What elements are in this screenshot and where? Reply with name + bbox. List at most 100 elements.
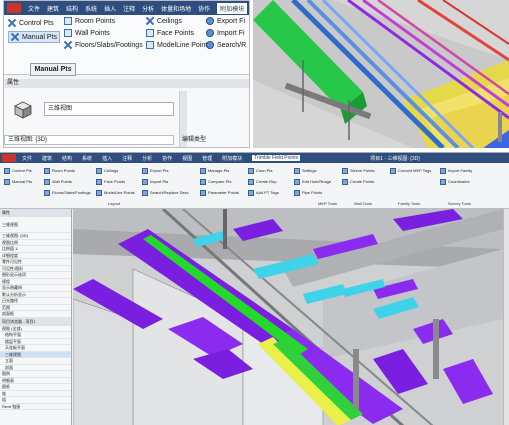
compare-pts-button[interactable]: Compare Pts [200, 177, 239, 186]
sleeve-points-button[interactable]: Sleeve Points [342, 166, 374, 175]
tab-addins[interactable]: 附加模块 [222, 155, 242, 162]
floors-label: Floors/Slabs/Footings [75, 41, 143, 49]
tab-systems[interactable]: 系统 [85, 4, 97, 13]
tab-annotate[interactable]: 注释 [122, 155, 132, 162]
survey-tools-label: Survey Tools [448, 201, 471, 206]
project-browser-title: 项目浏览器 - 项目1 [0, 317, 71, 326]
face-points-label: Face Points [104, 179, 126, 184]
convert-mep-tags-button[interactable]: Convert MEP Tags [390, 166, 431, 175]
modelline-points-icon [96, 189, 102, 196]
search-replace-button[interactable]: Search/Replace Desc [142, 188, 189, 197]
ribbon-group-5: Manage Pts Compare Pts Parameter Points [200, 166, 239, 197]
modelline-points-label: ModelLine Points [157, 41, 211, 49]
room-points-icon [64, 17, 72, 25]
viewport-scrollbar[interactable] [503, 209, 509, 425]
window-title: 项目1 - 三维视图: {3D} [370, 155, 420, 162]
parameter-points-icon [200, 189, 206, 196]
floors-icon [64, 41, 72, 49]
wall-points-label: Wall Points [52, 179, 72, 184]
parameter-points-label: Parameter Points [208, 190, 239, 195]
face-points-button[interactable]: Face Points [96, 177, 135, 186]
import-button[interactable]: Import Fi [206, 29, 245, 37]
conn-pts-button[interactable]: Conn Pts [248, 166, 279, 175]
control-pts-button[interactable]: Control Pts [4, 166, 32, 175]
wall-points-label: Wall Points [75, 29, 110, 37]
import-family-button[interactable]: Import Family [440, 166, 472, 175]
import-button[interactable]: Import Pts [142, 177, 189, 186]
face-points-icon [146, 29, 154, 37]
tab-architecture[interactable]: 建筑 [42, 155, 52, 162]
3d-view-icon [14, 101, 32, 119]
modelline-points-button[interactable]: ModelLine Points [96, 188, 135, 197]
tab-architecture[interactable]: 建筑 [47, 4, 59, 13]
create-rep-button[interactable]: Create Rep. [248, 177, 279, 186]
manual-pts-label: Manual Pts [22, 33, 58, 41]
control-pts-label: Control Pts [19, 19, 54, 27]
ceilings-label: Ceilings [104, 168, 119, 173]
floors-button[interactable]: Floors/Slabs/Footings [64, 41, 143, 49]
control-pts-button[interactable]: Control Pts [8, 19, 54, 27]
instance-selector[interactable]: 三维视图: {3D} [4, 135, 174, 145]
tab-trimble[interactable]: Trimble Field Points [252, 155, 301, 161]
tooltip: Manual Pts [30, 63, 76, 76]
manage-pts-button[interactable]: Manage Pts [200, 166, 239, 175]
room-points-button[interactable]: Room Points [44, 166, 91, 175]
edit-type-button[interactable]: 编辑类型 [182, 135, 232, 145]
modelline-points-icon [146, 41, 154, 49]
parameter-points-button[interactable]: Parameter Points [200, 188, 239, 197]
settings-button[interactable]: Settings [294, 166, 331, 175]
ceilings-button[interactable]: Ceilings [96, 166, 135, 175]
pipe-points-button[interactable]: Pipe Points [294, 188, 331, 197]
tab-annotate[interactable]: 注释 [123, 4, 135, 13]
tree-item[interactable]: Revit 链接 [0, 404, 71, 410]
manual-pts-button[interactable]: Manual Pts [8, 31, 61, 43]
pipe-points-label: Pipe Points [302, 190, 323, 195]
building-model-render [73, 209, 503, 425]
tab-insert[interactable]: 插入 [104, 4, 116, 13]
tab-analyze[interactable]: 分析 [142, 4, 154, 13]
modelline-points-label: ModelLine Points [104, 190, 135, 195]
add-pt-tags-button[interactable]: Add PT Tags [248, 188, 279, 197]
type-selector[interactable]: 三维视图 [0, 217, 71, 233]
search-label: Search/R [217, 41, 247, 49]
import-label: Import Pts [150, 179, 169, 184]
edit-hole-button[interactable]: Edit Hole/Rhage [294, 177, 331, 186]
room-points-button[interactable]: Room Points [64, 17, 115, 25]
gear-icon [294, 167, 300, 174]
3d-model-viewport[interactable] [73, 209, 503, 425]
tab-addins[interactable]: 附加模块 [217, 2, 248, 14]
import-family-label: Import Family [448, 168, 473, 173]
compare-pts-label: Compare Pts [208, 179, 232, 184]
ceilings-button[interactable]: Ceilings [146, 17, 182, 25]
tab-manage[interactable]: 管理 [202, 155, 212, 162]
wall-points-button[interactable]: Wall Points [44, 177, 91, 186]
tab-file[interactable]: 文件 [28, 4, 40, 13]
tab-structure[interactable]: 结构 [62, 155, 72, 162]
bottom-menu-bar: 文件 建筑 结构 系统 插入 注释 分析 协作 视图 管理 附加模块 Trimb… [0, 153, 509, 163]
ribbon-group-9: Convert MEP Tags [390, 166, 431, 175]
export-button[interactable]: Export Fi [206, 17, 245, 25]
3d-detail-view[interactable] [253, 0, 509, 148]
tab-collaborate[interactable]: 协作 [162, 155, 172, 162]
floors-button[interactable]: Floors/Slabs/Footings [44, 188, 91, 197]
create-points-button[interactable]: Create Points [342, 177, 374, 186]
tag-icon [248, 189, 254, 196]
type-selector[interactable]: 三维视图 [44, 102, 174, 116]
export-button[interactable]: Export Pts [142, 166, 189, 175]
tab-analyze[interactable]: 分析 [142, 155, 152, 162]
tab-insert[interactable]: 插入 [102, 155, 112, 162]
tab-collaborate[interactable]: 协作 [198, 4, 210, 13]
ceilings-icon [96, 167, 102, 174]
manual-pts-button[interactable]: Manual Pts [4, 177, 32, 186]
search-button[interactable]: Search/R [206, 41, 246, 49]
coordinates-button[interactable]: Coordinates [440, 177, 472, 186]
wall-points-button[interactable]: Wall Points [64, 29, 110, 37]
tab-view[interactable]: 视图 [182, 155, 192, 162]
import-label: Import Fi [217, 29, 245, 37]
face-points-button[interactable]: Face Points [146, 29, 194, 37]
tab-massing[interactable]: 体量和场地 [161, 4, 191, 13]
tab-file[interactable]: 文件 [22, 155, 32, 162]
tab-systems[interactable]: 系统 [82, 155, 92, 162]
tab-structure[interactable]: 结构 [66, 4, 78, 13]
modelline-points-button[interactable]: ModelLine Points [146, 41, 211, 49]
